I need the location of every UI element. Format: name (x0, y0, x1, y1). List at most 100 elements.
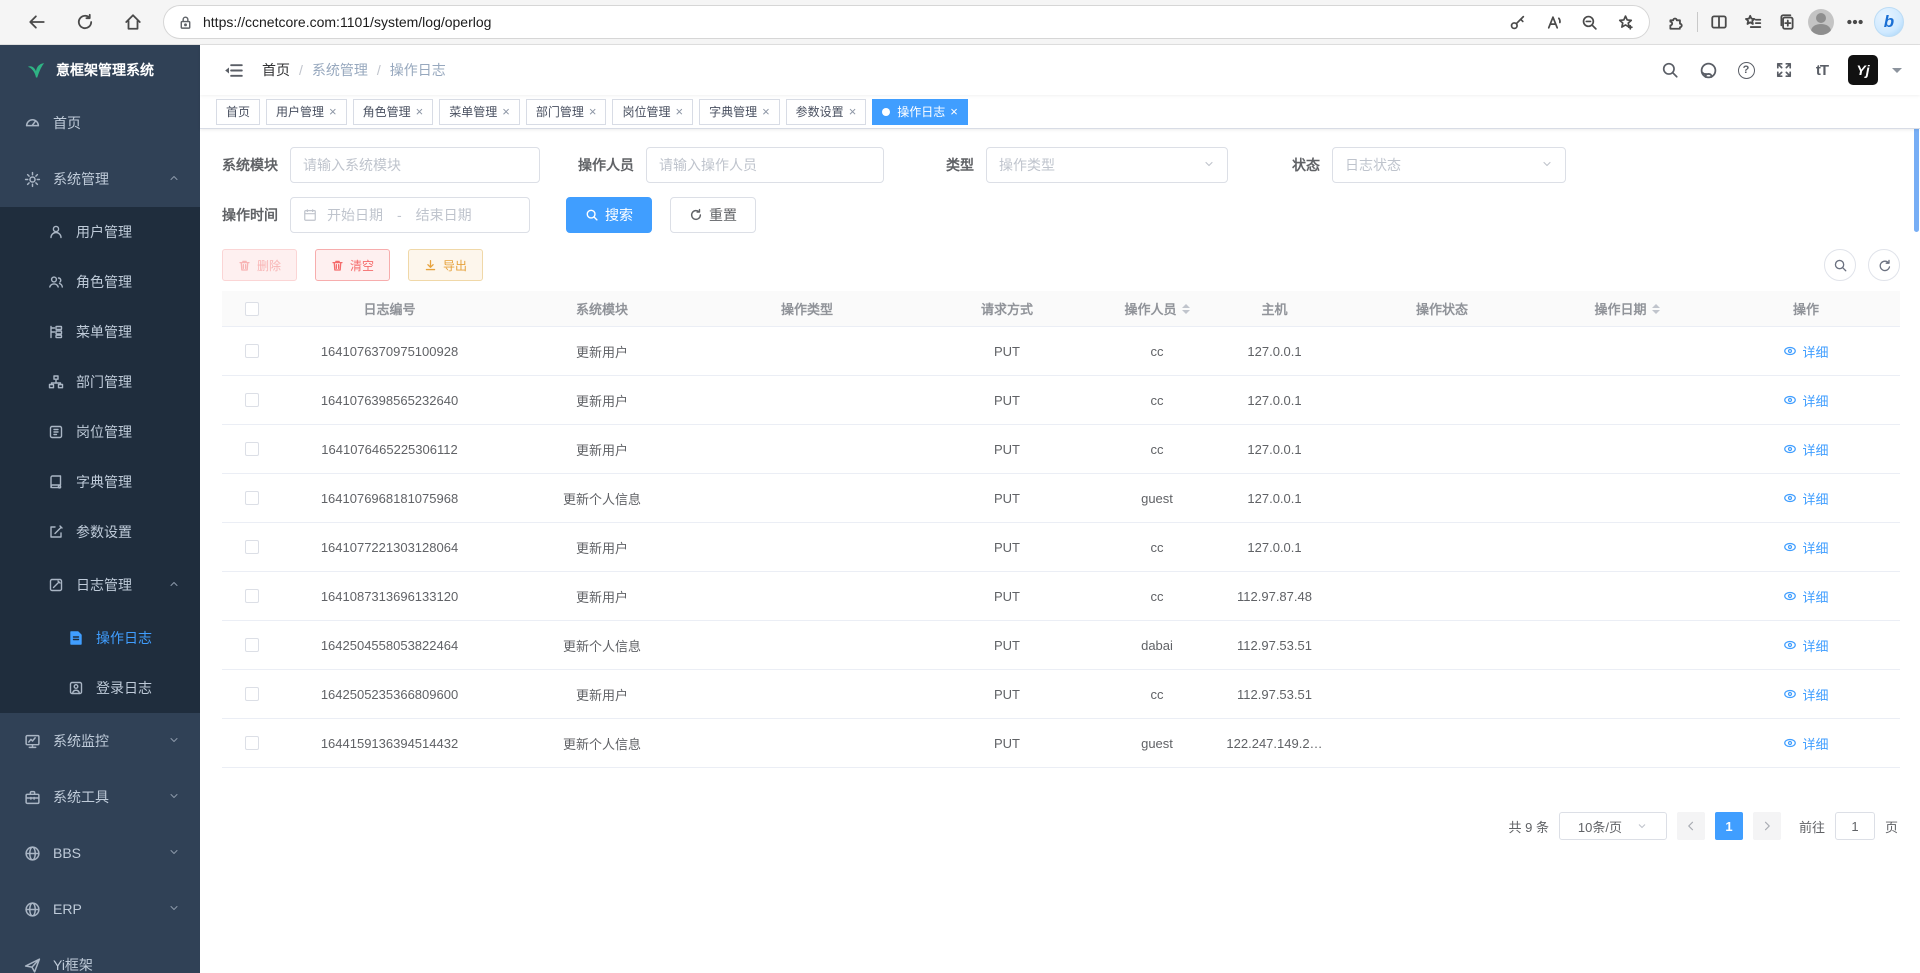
row-checkbox[interactable] (245, 344, 259, 358)
tab-dict-mgmt[interactable]: 字典管理× (699, 99, 780, 125)
sidebar-item-yi-framework[interactable]: Yi框架 (0, 937, 200, 973)
row-checkbox[interactable] (245, 687, 259, 701)
help-button[interactable]: ? (1734, 58, 1758, 82)
sidebar-item-system-tools[interactable]: 系统工具 (0, 769, 200, 825)
tab-oper-log[interactable]: 操作日志× (872, 99, 968, 125)
delete-button[interactable]: 删除 (222, 249, 297, 281)
row-checkbox[interactable] (245, 540, 259, 554)
sidebar-item-user-mgmt[interactable]: 用户管理 (0, 207, 200, 257)
detail-link[interactable]: 详细 (1783, 342, 1828, 361)
detail-link[interactable]: 详细 (1783, 440, 1828, 459)
sidebar-item-menu-mgmt[interactable]: 菜单管理 (0, 307, 200, 357)
font-size-button[interactable]: tT (1810, 58, 1834, 82)
browser-menu-button[interactable] (1838, 5, 1872, 39)
close-icon[interactable]: × (849, 105, 857, 118)
tab-home[interactable]: 首页 (216, 99, 260, 125)
search-button[interactable]: 搜索 (566, 197, 652, 233)
close-icon[interactable]: × (675, 105, 683, 118)
favorite-add-button[interactable] (1611, 5, 1639, 39)
collections-button[interactable] (1770, 5, 1804, 39)
show-search-button[interactable] (1824, 249, 1856, 281)
detail-link[interactable]: 详细 (1783, 587, 1828, 606)
fullscreen-button[interactable] (1772, 58, 1796, 82)
row-checkbox[interactable] (245, 491, 259, 505)
url-text[interactable]: https://ccnetcore.com:1101/system/log/op… (203, 14, 1503, 30)
tab-role-mgmt[interactable]: 角色管理× (353, 99, 434, 125)
reset-button[interactable]: 重置 (670, 197, 756, 233)
sidebar-item-system-mgmt[interactable]: 系统管理 (0, 151, 200, 207)
back-button[interactable] (20, 5, 54, 39)
detail-link[interactable]: 详细 (1783, 636, 1828, 655)
password-button[interactable] (1503, 5, 1531, 39)
page-number-current[interactable]: 1 (1715, 812, 1743, 840)
prev-page-button[interactable] (1677, 812, 1705, 840)
extensions-button[interactable] (1659, 5, 1693, 39)
row-checkbox[interactable] (245, 442, 259, 456)
sort-carets-icon[interactable] (1652, 300, 1660, 318)
row-checkbox[interactable] (245, 638, 259, 652)
sidebar-item-log-mgmt[interactable]: 日志管理 (0, 557, 200, 613)
sidebar-item-bbs[interactable]: BBS (0, 825, 200, 881)
header-search-button[interactable] (1658, 58, 1682, 82)
sidebar-item-erp[interactable]: ERP (0, 881, 200, 937)
user-avatar[interactable]: Yj (1848, 55, 1878, 85)
sidebar-item-dict-mgmt[interactable]: 字典管理 (0, 457, 200, 507)
next-page-button[interactable] (1753, 812, 1781, 840)
breadcrumb-system[interactable]: 系统管理 (312, 60, 368, 80)
user-menu-caret-icon[interactable] (1892, 68, 1902, 78)
goto-page-input[interactable]: 1 (1835, 812, 1875, 840)
sidebar-item-post-mgmt[interactable]: 岗位管理 (0, 407, 200, 457)
sidebar-item-home[interactable]: 首页 (0, 95, 200, 151)
breadcrumb-home[interactable]: 首页 (262, 60, 290, 80)
github-button[interactable] (1696, 58, 1720, 82)
close-icon[interactable]: × (416, 105, 424, 118)
detail-link[interactable]: 详细 (1783, 489, 1828, 508)
app-logo[interactable]: 意框架管理系统 (0, 45, 200, 95)
sort-carets-icon[interactable] (1182, 300, 1190, 318)
sidebar-item-param-settings[interactable]: 参数设置 (0, 507, 200, 557)
sidebar-item-role-mgmt[interactable]: 角色管理 (0, 257, 200, 307)
module-input[interactable]: 请输入系统模块 (290, 147, 540, 183)
type-select[interactable]: 操作类型 (986, 147, 1228, 183)
close-icon[interactable]: × (329, 105, 337, 118)
read-aloud-button[interactable] (1539, 5, 1567, 39)
zoom-out-button[interactable] (1575, 5, 1603, 39)
tab-post-mgmt[interactable]: 岗位管理× (612, 99, 693, 125)
close-icon[interactable]: × (950, 105, 958, 118)
profile-button[interactable] (1804, 5, 1838, 39)
sidebar-item-oper-log[interactable]: 操作日志 (0, 613, 200, 663)
page-scrollbar-thumb[interactable] (1914, 116, 1919, 232)
tab-param-settings[interactable]: 参数设置× (786, 99, 867, 125)
page-size-select[interactable]: 10条/页 (1559, 812, 1667, 840)
tab-user-mgmt[interactable]: 用户管理× (266, 99, 347, 125)
row-checkbox[interactable] (245, 736, 259, 750)
status-select[interactable]: 日志状态 (1332, 147, 1566, 183)
favorites-button[interactable] (1736, 5, 1770, 39)
close-icon[interactable]: × (762, 105, 770, 118)
home-button[interactable] (116, 5, 150, 39)
row-checkbox[interactable] (245, 589, 259, 603)
operator-input[interactable]: 请输入操作人员 (646, 147, 884, 183)
detail-link[interactable]: 详细 (1783, 685, 1828, 704)
sidebar-item-login-log[interactable]: 登录日志 (0, 663, 200, 713)
col-date-sortable[interactable]: 操作日期 (1542, 299, 1712, 318)
refresh-button[interactable] (68, 5, 102, 39)
sidebar-toggle-button[interactable] (216, 53, 250, 87)
bing-chat-button[interactable]: b (1872, 5, 1906, 39)
tab-dept-mgmt[interactable]: 部门管理× (526, 99, 607, 125)
date-range-input[interactable]: 开始日期 - 结束日期 (290, 197, 530, 233)
detail-link[interactable]: 详细 (1783, 391, 1828, 410)
refresh-table-button[interactable] (1868, 249, 1900, 281)
tab-menu-mgmt[interactable]: 菜单管理× (439, 99, 520, 125)
row-checkbox[interactable] (245, 393, 259, 407)
clear-button[interactable]: 清空 (315, 249, 390, 281)
split-screen-button[interactable] (1702, 5, 1736, 39)
col-operator-sortable[interactable]: 操作人员 (1107, 299, 1207, 318)
export-button[interactable]: 导出 (408, 249, 483, 281)
close-icon[interactable]: × (589, 105, 597, 118)
url-bar[interactable]: https://ccnetcore.com:1101/system/log/op… (164, 6, 1649, 38)
close-icon[interactable]: × (502, 105, 510, 118)
detail-link[interactable]: 详细 (1783, 734, 1828, 753)
sidebar-item-system-monitor[interactable]: 系统监控 (0, 713, 200, 769)
sidebar-item-dept-mgmt[interactable]: 部门管理 (0, 357, 200, 407)
